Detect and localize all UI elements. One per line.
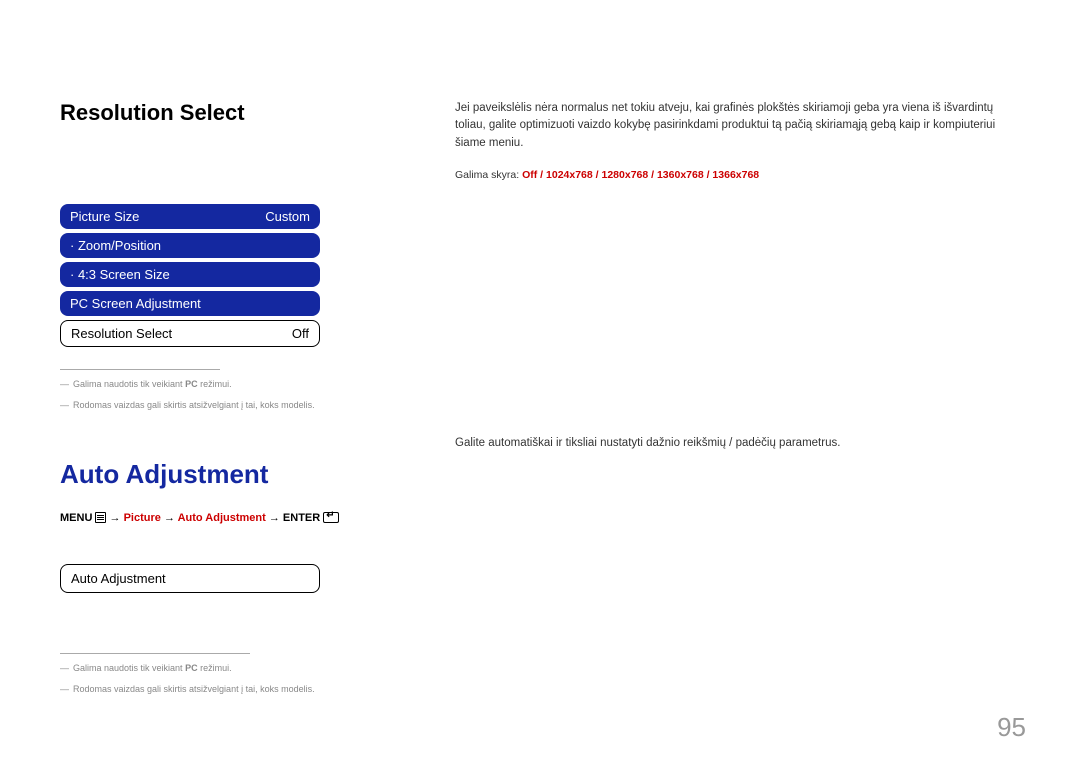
page-number: 95 — [997, 712, 1026, 743]
auto-adjustment-heading: Auto Adjustment — [60, 459, 390, 490]
menu-43-screen-size[interactable]: · 4:3 Screen Size — [60, 262, 320, 287]
menu-value: Off — [292, 326, 309, 341]
menu-path: MENU → Picture → Auto Adjustment → ENTER — [60, 512, 390, 524]
divider — [60, 653, 250, 654]
menu-label: · 4:3 Screen Size — [70, 267, 170, 282]
resolution-select-description: Jei paveikslėlis nėra normalus net tokiu… — [455, 100, 1020, 152]
menu-label: PC Screen Adjustment — [70, 296, 201, 311]
menu-pc-screen-adjustment[interactable]: PC Screen Adjustment — [60, 291, 320, 316]
menu-label: Picture Size — [70, 209, 139, 224]
picture-menu: Picture Size Custom · Zoom/Position · 4:… — [60, 204, 320, 347]
footnote-model: ―Rodomas vaizdas gali skirtis atsižvelgi… — [60, 399, 390, 412]
footnote-pc-mode-2: ―Galima naudotis tik veikiant PC režimui… — [60, 662, 390, 675]
menu-label: · Zoom/Position — [70, 238, 161, 253]
menu-value: Custom — [265, 209, 310, 224]
footnote-model-2: ―Rodomas vaizdas gali skirtis atsižvelgi… — [60, 683, 390, 696]
resolution-select-heading: Resolution Select — [60, 100, 390, 126]
menu-icon — [95, 512, 106, 523]
auto-adjustment-box[interactable]: Auto Adjustment — [60, 564, 320, 593]
menu-resolution-select[interactable]: Resolution Select Off — [60, 320, 320, 347]
menu-zoom-position[interactable]: · Zoom/Position — [60, 233, 320, 258]
enter-icon — [323, 512, 339, 523]
auto-adjustment-label: Auto Adjustment — [71, 571, 166, 586]
menu-label: Resolution Select — [71, 326, 172, 341]
resolution-options: Galima skyra: Off / 1024x768 / 1280x768 … — [455, 168, 1020, 184]
divider — [60, 369, 220, 370]
footnote-pc-mode: ―Galima naudotis tik veikiant PC režimui… — [60, 378, 390, 391]
auto-adjustment-description: Galite automatiškai ir tiksliai nustatyt… — [455, 435, 1020, 452]
menu-picture-size[interactable]: Picture Size Custom — [60, 204, 320, 229]
